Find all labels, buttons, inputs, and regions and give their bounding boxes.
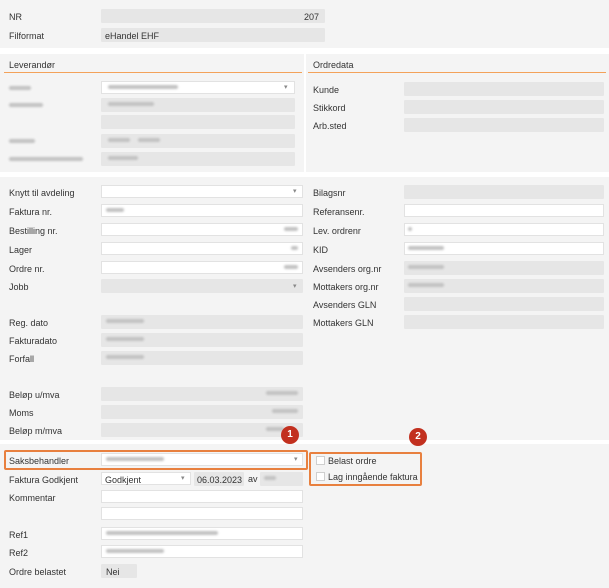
reg-dato-value [106, 319, 144, 323]
referansenr-label: Referansenr. [313, 207, 365, 217]
leverandor-postal-value-2 [138, 138, 160, 142]
avsenders-gln-field [404, 297, 604, 311]
step-badge-1: 1 [281, 426, 299, 444]
arbsted-label: Arb.sted [313, 121, 347, 131]
lag-inngaende-label[interactable]: Lag inngående faktura [328, 472, 418, 482]
fakturadato-value [106, 337, 144, 341]
forfall-label: Forfall [9, 354, 35, 364]
arbsted-field [404, 118, 604, 132]
avsenders-gln-label: Avsenders GLN [313, 300, 377, 310]
ordre-nr-icons [284, 265, 298, 269]
faktura-godkjent-label: Faktura Godkjent [9, 475, 79, 485]
ordre-belastet-label: Ordre belastet [9, 567, 67, 577]
lager-input[interactable] [101, 242, 303, 255]
chevron-down-icon[interactable]: ▾ [284, 83, 288, 91]
jobb-label: Jobb [9, 282, 29, 292]
ordre-belastet-value: Nei [106, 567, 120, 577]
nr-label: NR [9, 12, 22, 22]
knytt-label: Knytt til avdeling [9, 188, 75, 198]
stikkord-field [404, 100, 604, 114]
godkjent-by-value [264, 476, 276, 480]
fakturadato-label: Fakturadato [9, 336, 58, 346]
filformat-value: eHandel EHF [105, 31, 160, 41]
lev-ordrenr-value [408, 227, 412, 231]
chevron-down-icon[interactable]: ▾ [181, 474, 185, 482]
faktura-nr-value [106, 208, 124, 212]
belop-umva-label: Beløp u/mva [9, 390, 60, 400]
reg-dato-label: Reg. dato [9, 318, 49, 328]
belast-ordre-label[interactable]: Belast ordre [328, 456, 377, 466]
ordre-nr-label: Ordre nr. [9, 264, 45, 274]
nr-field [101, 9, 325, 23]
faktura-nr-input[interactable] [101, 204, 303, 217]
saksbehandler-value [106, 457, 164, 461]
mottakers-org-label: Mottakers org.nr [313, 282, 379, 292]
leverandor-postal-value-1 [108, 138, 130, 142]
ref1-value [106, 531, 218, 535]
bilagsnr-label: Bilagsnr [313, 188, 346, 198]
belast-ordre-checkbox[interactable] [316, 456, 325, 465]
filformat-label: Filformat [9, 31, 45, 41]
chevron-down-icon[interactable]: ▾ [293, 187, 297, 195]
leverandor-orgnr-value [108, 156, 138, 160]
belop-mmva-label: Beløp m/mva [9, 426, 63, 436]
lager-icon [291, 246, 298, 250]
lev-ordrenr-input[interactable] [404, 223, 604, 236]
step-badge-2: 2 [409, 428, 427, 446]
ref2-label: Ref2 [9, 548, 29, 558]
referansenr-input[interactable] [404, 204, 604, 217]
leverandor-label-4 [9, 157, 83, 161]
moms-label: Moms [9, 408, 34, 418]
kunde-label: Kunde [313, 85, 340, 95]
mottakers-org-value [408, 283, 444, 287]
kid-value [408, 246, 444, 250]
leverandor-postal [101, 134, 295, 148]
ref1-label: Ref1 [9, 530, 29, 540]
mottakers-gln-label: Mottakers GLN [313, 318, 374, 328]
bestilling-nr-icons [284, 227, 298, 231]
kommentar-input-1[interactable] [101, 490, 303, 503]
lag-inngaende-checkbox[interactable] [316, 472, 325, 481]
bestilling-nr-label: Bestilling nr. [9, 226, 58, 236]
ordredata-divider [308, 72, 606, 73]
godkjent-date: 06.03.2023 [197, 475, 243, 485]
leverandor-divider [4, 72, 302, 73]
ordredata-title: Ordredata [313, 60, 354, 70]
stikkord-label: Stikkord [313, 103, 346, 113]
lev-ordrenr-label: Lev. ordrenr [313, 226, 361, 236]
forfall-value [106, 355, 144, 359]
kommentar-input-2[interactable] [101, 507, 303, 520]
leverandor-label-3 [9, 139, 35, 143]
bilagsnr-field [404, 185, 604, 199]
faktura-nr-label: Faktura nr. [9, 207, 53, 217]
knytt-select[interactable] [101, 185, 303, 198]
lager-label: Lager [9, 245, 33, 255]
kid-label: KID [313, 245, 329, 255]
kunde-field [404, 82, 604, 96]
nr-value: 207 [304, 12, 320, 22]
kommentar-label: Kommentar [9, 493, 56, 503]
chevron-down-icon[interactable]: ▾ [294, 455, 298, 463]
jobb-select[interactable] [101, 279, 303, 293]
moms-value [272, 409, 298, 413]
belop-umva-value [266, 391, 298, 395]
leverandor-address-1-value [108, 102, 154, 106]
ordre-nr-input[interactable] [101, 261, 303, 274]
avsenders-org-value [408, 265, 444, 269]
mottakers-gln-field [404, 315, 604, 329]
chevron-down-icon[interactable]: ▾ [293, 282, 297, 290]
ref2-value [106, 549, 164, 553]
leverandor-label-2 [9, 103, 43, 107]
avsenders-org-label: Avsenders org.nr [313, 264, 382, 274]
leverandor-title: Leverandør [9, 60, 56, 70]
godkjent-value: Godkjent [105, 475, 142, 485]
saksbehandler-label: Saksbehandler [9, 456, 70, 466]
bestilling-nr-input[interactable] [101, 223, 303, 236]
leverandor-name-value [108, 85, 178, 89]
leverandor-address-2 [101, 115, 295, 129]
leverandor-label-1 [9, 86, 31, 90]
av-label: av [248, 474, 258, 484]
